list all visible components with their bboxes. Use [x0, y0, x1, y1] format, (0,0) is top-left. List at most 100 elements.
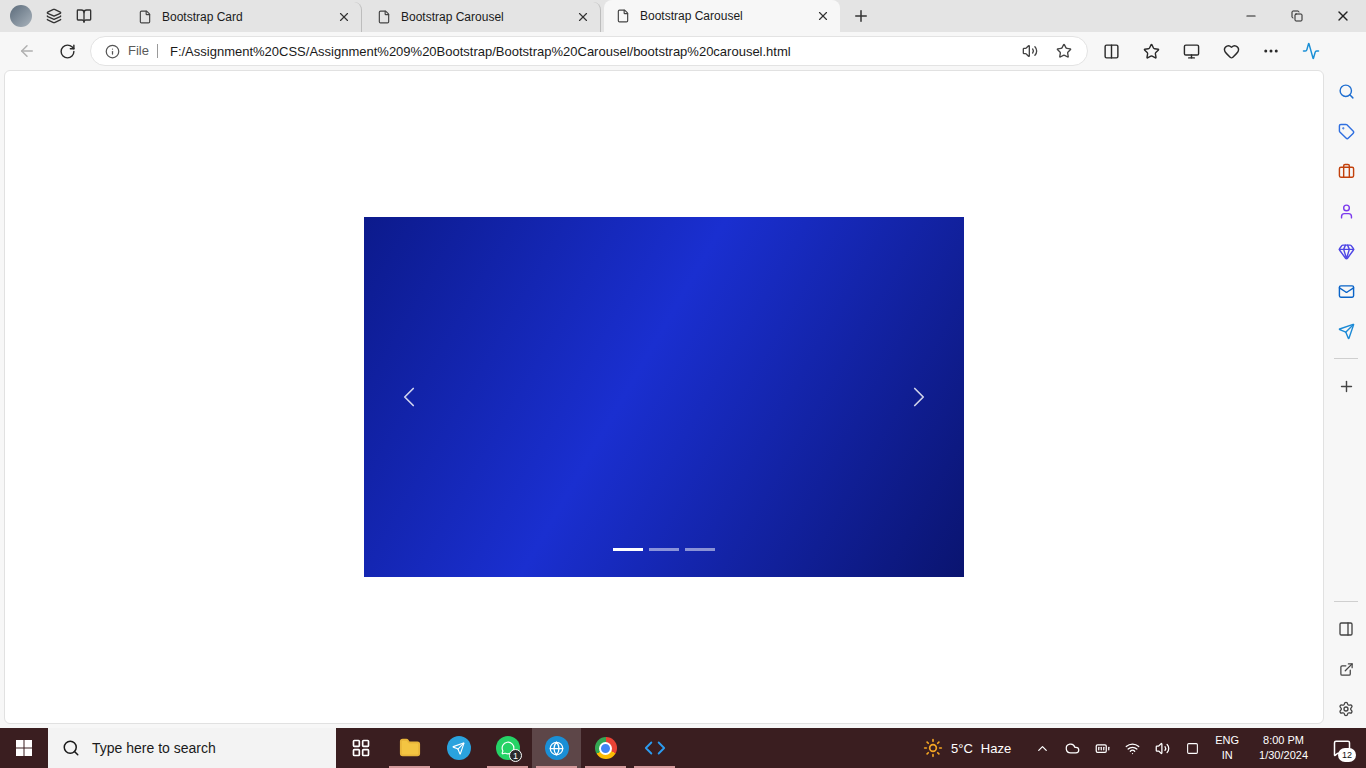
close-tab-icon[interactable] [576, 10, 590, 24]
app-badge: 1 [509, 749, 522, 762]
more-button[interactable] [1254, 36, 1288, 66]
language-region: IN [1222, 748, 1233, 763]
address-bar[interactable]: FileF:/Assignment%20CSS/Assignment%209%2… [90, 36, 1088, 66]
browser-tab[interactable]: Bootstrap Card [126, 2, 362, 32]
taskbar-app[interactable] [532, 728, 581, 768]
restore-icon [1291, 10, 1303, 22]
chevron-up-icon [1035, 741, 1050, 756]
sidebar-button[interactable] [1333, 118, 1359, 144]
sidebar-button[interactable] [1333, 198, 1359, 224]
battery-button[interactable] [1091, 728, 1113, 768]
browser-tab[interactable]: Bootstrap Carousel [365, 2, 601, 32]
gear-icon [1338, 701, 1354, 717]
show-hidden-icons[interactable] [1031, 728, 1053, 768]
favorites-icon [1143, 43, 1160, 60]
copilot-button[interactable] [1294, 36, 1328, 66]
volume-icon [1155, 741, 1170, 756]
volume-button[interactable] [1151, 728, 1173, 768]
taskbar-app[interactable] [385, 728, 434, 768]
running-indicator [634, 766, 675, 768]
heart-icon [1223, 43, 1240, 60]
minimize-icon [1244, 9, 1258, 23]
profile-avatar[interactable] [10, 5, 32, 27]
read-aloud-button[interactable] [1017, 38, 1043, 64]
search-icon [62, 739, 80, 757]
language-indicator[interactable]: ENGIN [1211, 733, 1243, 763]
sidebar-divider [1334, 601, 1358, 602]
weather-temperature: 5°C [951, 741, 973, 756]
read-aloud-icon [1022, 43, 1038, 59]
clock-date: 1/30/2024 [1259, 748, 1308, 763]
collections-button[interactable] [1174, 36, 1208, 66]
taskbar-app[interactable] [581, 728, 630, 768]
weather-widget[interactable]: 5°C Haze [923, 738, 1011, 758]
close-tab-icon[interactable] [337, 10, 351, 24]
sidebar-settings-button[interactable] [1333, 696, 1359, 722]
carousel-prev-button[interactable] [392, 377, 426, 417]
start-button[interactable] [0, 728, 48, 768]
star-icon [1056, 43, 1072, 59]
taskbar-app[interactable]: 1 [483, 728, 532, 768]
browser-window: Bootstrap Card Bootstrap Carousel Bootstra… [0, 0, 1366, 768]
minimize-button[interactable] [1228, 0, 1274, 32]
address-url[interactable]: F:/Assignment%20CSS/Assignment%209%20Boo… [166, 44, 1009, 59]
network-button[interactable] [1121, 728, 1143, 768]
info-icon [105, 44, 120, 59]
hide-sidebar-button[interactable] [1333, 616, 1359, 642]
weather-condition: Haze [981, 741, 1011, 756]
close-tab-icon[interactable] [816, 9, 830, 23]
sun-haze-icon [923, 738, 943, 758]
refresh-icon [59, 43, 76, 60]
performance-button[interactable] [1214, 36, 1248, 66]
tag-icon [1338, 123, 1355, 140]
notification-button[interactable]: 12 [1324, 728, 1360, 768]
tab-label: Bootstrap Carousel [640, 9, 806, 23]
carousel-indicator[interactable] [613, 548, 643, 551]
sidebar-button[interactable] [1333, 238, 1359, 264]
sidebar-button[interactable] [1333, 78, 1359, 104]
collections-icon [1183, 43, 1200, 60]
favorite-button[interactable] [1051, 38, 1077, 64]
notification-count: 12 [1338, 748, 1356, 762]
back-arrow-icon [18, 42, 36, 60]
toolbar: FileF:/Assignment%20CSS/Assignment%209%2… [0, 32, 1366, 70]
back-button[interactable] [10, 36, 44, 66]
page-icon [377, 10, 391, 24]
plus-icon [852, 7, 870, 25]
onedrive-button[interactable] [1061, 728, 1083, 768]
favorites-button[interactable] [1134, 36, 1168, 66]
page-icon [616, 9, 630, 23]
tab-strip: Bootstrap Card Bootstrap Carousel Bootstra… [0, 0, 1366, 32]
sidebar-button[interactable] [1333, 318, 1359, 344]
tab-actions-icon[interactable] [76, 8, 92, 24]
clock[interactable]: 8:00 PM1/30/2024 [1251, 733, 1316, 763]
tab-label: Bootstrap Carousel [401, 10, 566, 24]
workspaces-icon[interactable] [46, 8, 62, 24]
carousel-indicator[interactable] [685, 548, 715, 551]
carousel-next-button[interactable] [902, 377, 936, 417]
carousel-indicator[interactable] [649, 548, 679, 551]
taskbar-search[interactable]: Type here to search [48, 728, 336, 768]
ellipsis-icon [1262, 42, 1280, 60]
vscode-icon [644, 737, 666, 759]
taskbar-app[interactable] [434, 728, 483, 768]
running-indicator [487, 766, 528, 768]
close-button[interactable] [1320, 0, 1366, 32]
browser-tab[interactable]: Bootstrap Carousel [604, 0, 840, 32]
open-window-button[interactable] [1333, 656, 1359, 682]
sidebar-button[interactable] [1333, 278, 1359, 304]
taskbar-app[interactable] [630, 728, 679, 768]
search-placeholder: Type here to search [92, 740, 216, 756]
sidebar-button[interactable] [1333, 158, 1359, 184]
display-button[interactable] [1181, 728, 1203, 768]
restore-button[interactable] [1274, 0, 1320, 32]
taskbar-app[interactable] [336, 728, 385, 768]
display-icon [1186, 742, 1199, 755]
task-view-icon [351, 738, 371, 758]
cloud-icon [1065, 741, 1080, 756]
sidebar-add-button[interactable] [1333, 373, 1359, 399]
split-screen-button[interactable] [1094, 36, 1128, 66]
new-tab-button[interactable] [843, 0, 879, 32]
refresh-button[interactable] [50, 36, 84, 66]
close-icon [1335, 8, 1351, 24]
